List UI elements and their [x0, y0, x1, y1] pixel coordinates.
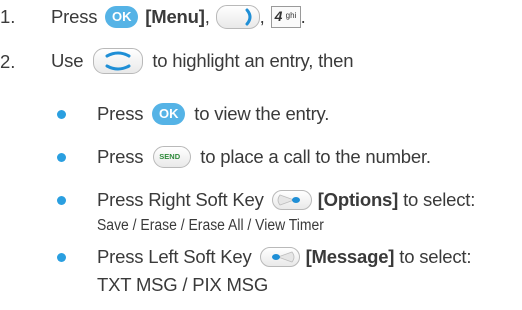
- message-label: [Message]: [305, 246, 395, 267]
- left-soft-key-icon: [259, 247, 300, 267]
- bullet-place-call: Press SEND to place a call to the number…: [97, 144, 431, 170]
- step-2-use: Use: [51, 50, 84, 71]
- period: .: [300, 6, 306, 27]
- bullet-dot: [57, 110, 66, 119]
- bullet-view-entry: Press OK to view the entry.: [97, 101, 329, 127]
- comma-1: ,: [204, 6, 210, 27]
- bullet-message: Press Left Soft Key [Message] to select:: [97, 244, 471, 270]
- bullet-1-press: Press: [97, 103, 144, 124]
- ok-key-icon: OK: [152, 103, 186, 125]
- comma-2: ,: [259, 6, 265, 27]
- bullet-4-message-list: TXT MSG / PIX MSG: [97, 273, 268, 297]
- send-label: SEND: [159, 152, 181, 161]
- bullet-2-text: to place a call to the number.: [200, 146, 431, 167]
- bullet-3-options-list: Save / Erase / Erase All / View Timer: [97, 215, 349, 237]
- step-1-number: 1.: [0, 6, 16, 27]
- bullet-dot: [57, 153, 66, 162]
- menu-label: [Menu]: [145, 6, 205, 27]
- bullet-dot: [57, 196, 66, 205]
- bullet-4-text: Press Left Soft Key: [97, 246, 252, 267]
- step-2: Use to highlight an entry, then: [51, 46, 353, 76]
- bullet-dot: [57, 253, 66, 262]
- step-2-number: 2.: [0, 51, 16, 72]
- send-key-icon: SEND: [153, 146, 192, 168]
- ok-key-icon: OK: [105, 6, 139, 28]
- bullet-1-text: to view the entry.: [194, 103, 330, 124]
- bullet-options: Press Right Soft Key [Options] to select…: [97, 187, 475, 213]
- key-4-ghi-icon: 4 ghi: [270, 6, 301, 28]
- step-2-text: to highlight an entry, then: [152, 50, 354, 71]
- bullet-3-text: Press Right Soft Key: [97, 189, 264, 210]
- bullet-4-rest: to select:: [399, 246, 472, 267]
- nav-up-down-key-icon: [93, 48, 144, 74]
- step-1: Press OK [Menu] , , 4 ghi .: [51, 3, 306, 31]
- bullet-2-press: Press: [97, 146, 144, 167]
- bullet-3-rest: to select:: [403, 189, 476, 210]
- message-list: TXT MSG / PIX MSG: [97, 274, 269, 295]
- options-label: [Options]: [317, 189, 399, 210]
- options-list: Save / Erase / Erase All / View Timer: [97, 217, 324, 234]
- nav-right-key-icon: [215, 5, 260, 29]
- step-1-press: Press: [51, 6, 98, 27]
- right-soft-key-icon: [271, 190, 312, 210]
